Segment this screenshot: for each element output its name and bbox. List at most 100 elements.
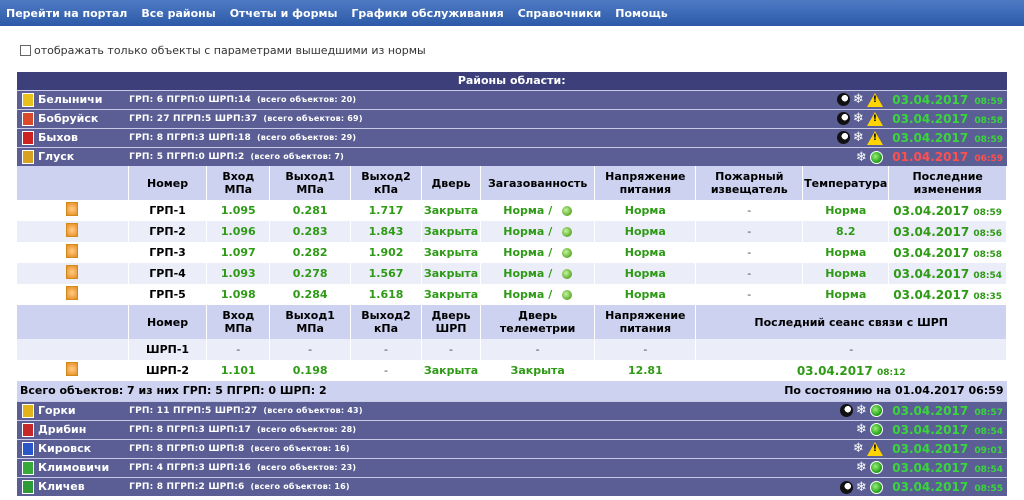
region-name-label[interactable]: Кировск [38,442,91,455]
snowflake-icon: ❄ [852,130,864,145]
grp-in: 1.097 [206,242,271,263]
total-count: (всего объектов: 29) [256,132,357,142]
region-stats: ГРП: 8 ПГРП:3 ШРП:18 (всего объектов: 29) [128,127,803,147]
grp-count: ГРП: 4 [129,462,164,473]
grp-gas-cell: Норма / [480,263,596,284]
grp-status-icon [66,223,79,237]
gas-sensor-icon [562,269,573,279]
update-time: 08:54 [974,464,1004,475]
update-date: 03.04.2017 [892,441,969,456]
region-row[interactable]: Бобруйск ГРП: 27 ПГРП:5 ШРП:37 (всего объе… [17,108,1007,128]
update-date: 01.04.2017 [892,149,969,164]
region-name: Дрибин [18,422,127,437]
grp-in: 1.093 [206,263,271,284]
region-name: Горки [18,403,127,418]
region-name-label[interactable]: Дрибин [38,423,86,436]
region-status-icons: ❄ [802,89,889,109]
grp-status-cell [17,263,129,284]
grp-num: ГРП-3 [128,242,208,263]
total-count: (всего объектов: 7) [250,151,344,161]
shrp-status-cell [17,339,129,360]
top-navigation: Перейти на портал Все районы Отчеты и фо… [0,0,1024,26]
shrp-time: 08:12 [876,367,906,378]
grp-time: 08:58 [973,249,1003,260]
grp-fire: - [695,200,804,221]
coat-of-arms-icon [22,441,34,456]
ok-icon [869,404,883,418]
grp-gas-cell: Норма / [480,221,596,242]
shrp-column-header: Дверь ШРП [421,305,482,339]
pgrp-count: ПГРП:5 [173,405,212,416]
update-time: 08:59 [974,134,1004,145]
region-name-cell: Быхов [17,127,129,147]
region-name-label[interactable]: Климовичи [38,461,109,474]
total-count: (всего объектов: 20) [256,94,357,104]
region-name-label[interactable]: Кличев [38,480,85,493]
nav-directories[interactable]: Справочники [518,7,602,20]
filter-checkbox[interactable] [20,45,31,56]
shrp-header-row: Номер Вход МПа Выход1 МПа Выход2 кПа Дверь Ш… [17,305,1007,339]
nav-reports[interactable]: Отчеты и формы [230,7,338,20]
nav-all-districts[interactable]: Все районы [141,7,215,20]
region-name-label[interactable]: Белыничи [38,93,102,106]
snowflake-icon: ❄ [855,479,867,495]
region-row[interactable]: Глуск ГРП: 5 ПГРП:0 ШРП:2 (всего объектов:… [17,146,1007,166]
region-stats: ГРП: 6 ПГРП:0 ШРП:14 (всего объектов: 20) [128,89,803,109]
grp-voltage: Норма [594,284,697,305]
grp-row[interactable]: ГРП-1 1.095 0.281 1.717 Закрыта Норма / Норма… [17,200,1007,221]
region-row[interactable]: Кличев ГРП: 8 ПГРП:2 ШРП:6 (всего объектов… [17,476,1007,496]
snowflake-icon: ❄ [852,441,864,456]
total-count: (всего объектов: 43) [263,405,363,415]
region-stats: ГРП: 11 ПГРП:5 ШРП:27 (всего объектов: 43… [128,400,803,420]
snowflake-icon: ❄ [852,92,864,107]
shrp-row[interactable]: ШРП-2 1.101 0.198- Закрыта Закрыта 12.81 03.04… [17,360,1007,381]
grp-voltage: Норма [594,263,697,284]
region-row[interactable]: Дрибин ГРП: 8 ПГРП:3 ШРП:17 (всего объекто… [17,419,1007,439]
region-name-label[interactable]: Быхов [38,131,78,144]
region-row[interactable]: Климовичи ГРП: 4 ПГРП:3 ШРП:16 (всего объе… [17,457,1007,477]
pgrp-count: ПГРП:2 [166,481,206,492]
grp-out2: 1.618 [350,284,422,305]
grp-row[interactable]: ГРП-3 1.097 0.282 1.902 Закрыта Норма / Норма… [17,242,1007,263]
gas-sensor-icon [562,227,573,237]
grp-row[interactable]: ГРП-2 1.096 0.283 1.843 Закрыта Норма / Норма… [17,221,1007,242]
nav-portal[interactable]: Перейти на портал [6,7,127,20]
region-row[interactable]: Кировск ГРП: 8 ПГРП:0 ШРП:8 (всего объекто… [17,438,1007,458]
grp-row[interactable]: ГРП-5 1.098 0.284 1.618 Закрыта Норма / Норма… [17,284,1007,305]
coat-of-arms-icon [22,422,34,437]
snowflake-icon: ❄ [855,149,867,165]
region-last-update: 03.04.2017 08:55 [888,476,1007,496]
region-row[interactable]: Быхов ГРП: 8 ПГРП:3 ШРП:18 (всего объектов… [17,127,1007,147]
grp-status-icon [66,286,79,300]
grp-in: 1.098 [206,284,271,305]
grp-count: ГРП: 8 [129,481,164,492]
nav-help[interactable]: Помощь [615,7,667,20]
region-row[interactable]: Горки ГРП: 11 ПГРП:5 ШРП:27 (всего объекто… [17,400,1007,420]
grp-out2: 1.717 [350,200,422,221]
grp-status-icon [66,265,79,279]
nav-service-schedules[interactable]: Графики обслуживания [351,7,503,20]
update-time: 08:59 [974,96,1004,107]
grp-row[interactable]: ГРП-4 1.093 0.278 1.567 Закрыта Норма / Норма… [17,263,1007,284]
objects-summary: Всего объектов: 7 из них ГРП: 5 ПГРП: 0 … [17,381,481,401]
pgrp-count: ПГРП:0 [166,151,206,162]
grp-voltage: Норма [594,200,697,221]
region-name: Кировск [18,441,127,456]
shrp-row[interactable]: ШРП-1- - - - - - - [17,339,1007,360]
regions-table: Районы области: Белыничи ГРП: 6 ПГРП:0 ШРП… [17,72,1007,496]
update-time: 06:59 [974,153,1004,164]
shrp-column-header: Номер [128,305,208,339]
ok-icon [869,423,883,437]
grp-gas-cell: Норма / [480,200,596,221]
region-name-label[interactable]: Горки [38,404,76,417]
grp-gas: Норма [503,204,545,217]
out-of-norm-filter[interactable]: отображать только объекты с параметрами … [20,44,426,57]
snowflake-icon: ❄ [855,460,867,476]
pgrp-count: ПГРП:0 [166,94,206,105]
region-row[interactable]: Белыничи ГРП: 6 ПГРП:0 ШРП:14 (всего объек… [17,89,1007,109]
grp-gas: Норма [503,225,545,238]
grp-fire: - [695,242,804,263]
grp-out2: 1.567 [350,263,422,284]
region-name-label[interactable]: Бобруйск [38,112,98,125]
region-name-label[interactable]: Глуск [38,150,74,163]
